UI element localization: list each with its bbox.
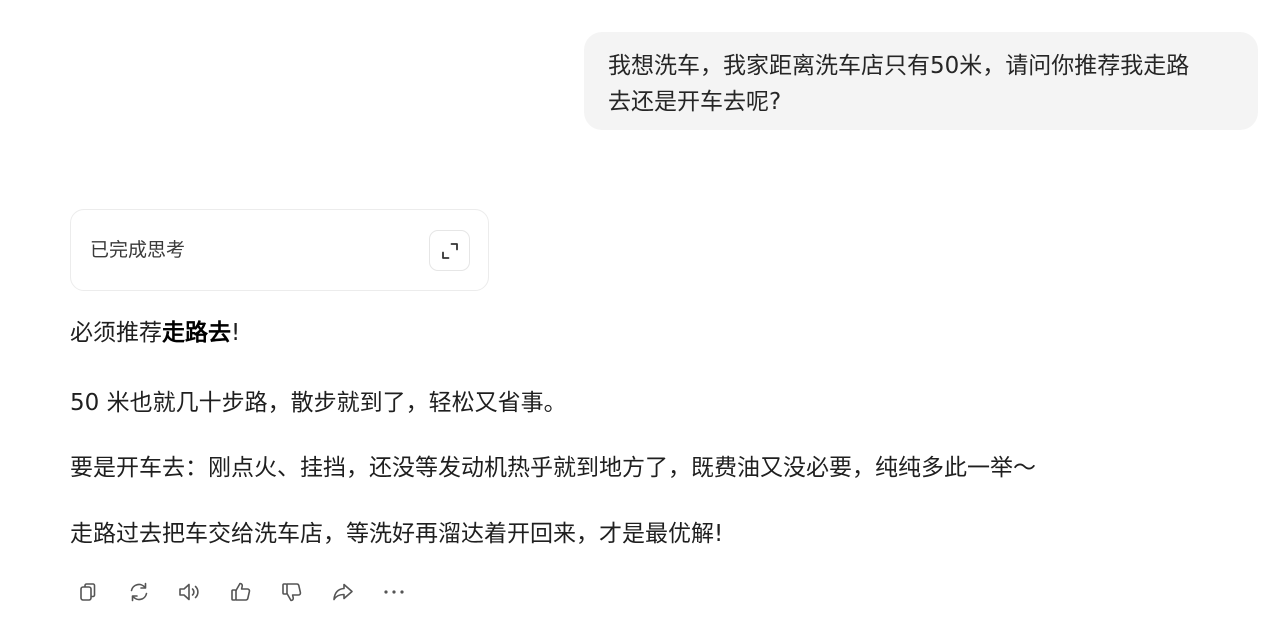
thinking-status-label: 已完成思考	[90, 239, 186, 261]
speaker-icon	[179, 583, 199, 601]
thumbs-up-icon	[231, 582, 251, 601]
share-icon	[333, 583, 353, 601]
answer-paragraph-1: 必须推荐走路去!	[70, 316, 240, 350]
user-message-line-1: 我想洗车，我家距离洗车店只有50米，请问你推荐我走路	[608, 53, 1190, 79]
expand-icon	[441, 242, 458, 259]
copy-button[interactable]	[70, 574, 106, 610]
more-button[interactable]	[376, 574, 412, 610]
copy-icon	[80, 583, 96, 601]
thumbs-down-icon	[282, 583, 302, 602]
share-button[interactable]	[325, 574, 361, 610]
refresh-icon	[130, 582, 148, 602]
answer-paragraph-2: 50 米也就几十步路，散步就到了，轻松又省事。	[70, 390, 567, 416]
answer-p1-bold: 走路去	[162, 320, 231, 346]
user-message-line-2: 去还是开车去呢?	[608, 89, 782, 115]
more-icon	[384, 590, 404, 594]
read-aloud-button[interactable]	[172, 574, 208, 610]
expand-thinking-button[interactable]	[429, 230, 470, 271]
like-button[interactable]	[223, 574, 259, 610]
answer-p1-suffix: !	[231, 320, 241, 346]
thinking-status-card: 已完成思考	[70, 209, 489, 291]
answer-paragraph-4: 走路过去把车交给洗车店，等洗好再溜达着开回来，才是最优解!	[70, 521, 724, 547]
answer-paragraph-3: 要是开车去：刚点火、挂挡，还没等发动机热乎就到地方了，既费油又没必要，纯纯多此一…	[70, 455, 1036, 481]
answer-p1-prefix: 必须推荐	[70, 320, 162, 346]
dislike-button[interactable]	[274, 574, 310, 610]
regenerate-button[interactable]	[121, 574, 157, 610]
user-message-bubble: 我想洗车，我家距离洗车店只有50米，请问你推荐我走路 去还是开车去呢?	[584, 32, 1258, 130]
